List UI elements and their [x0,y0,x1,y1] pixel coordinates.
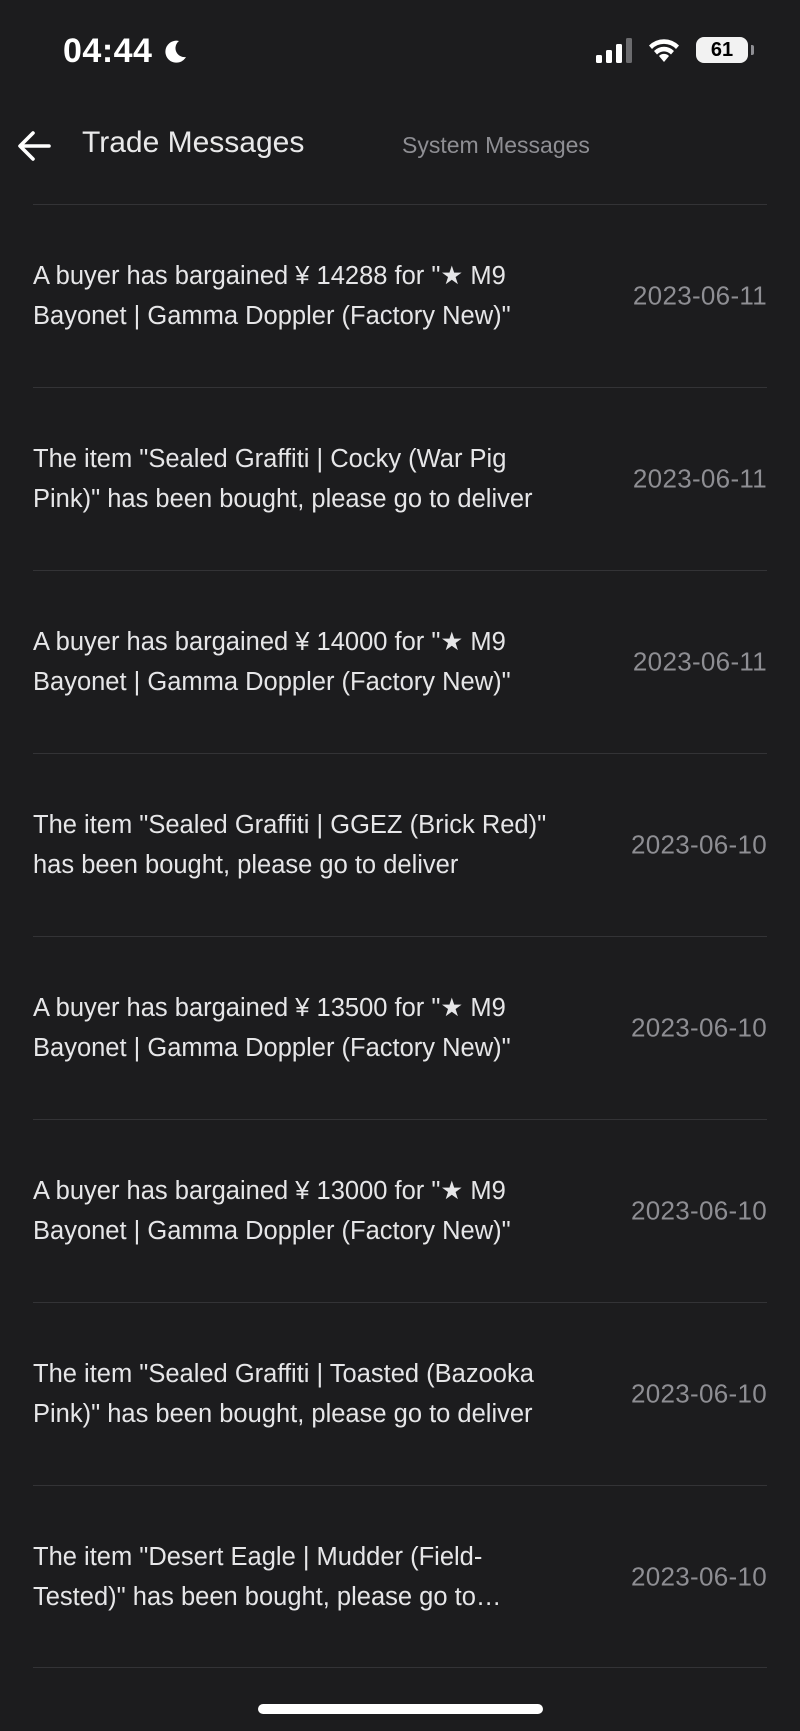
message-date: 2023-06-10 [631,829,767,860]
list-item[interactable]: A buyer has bargained ¥ 14000 for "★ M9 … [33,570,767,753]
status-time: 04:44 [63,32,190,71]
list-item[interactable]: The item "Sealed Graffiti | GGEZ (Brick … [33,753,767,936]
message-date: 2023-06-10 [631,1012,767,1043]
message-text: The item "Sealed Graffiti | GGEZ (Brick … [33,811,547,879]
message-date: 2023-06-11 [632,646,767,677]
status-indicators: 61 [596,36,754,64]
message-date: 2023-06-11 [632,463,767,494]
nav-bar: Trade Messages System Messages [0,108,800,204]
message-text: The item "Desert Eagle | Mudder (Field-T… [33,1542,483,1611]
message-text: A buyer has bargained ¥ 14000 for "★ M9 … [33,628,511,696]
message-date: 2023-06-10 [631,1561,767,1591]
list-item[interactable]: A buyer has bargained ¥ 13000 for "★ M9 … [33,1119,767,1302]
moon-icon [165,40,187,63]
cellular-signal-icon [596,37,632,63]
message-text: The item "Sealed Graffiti | Toasted (Baz… [33,1360,534,1428]
battery-level: 61 [710,38,734,61]
status-bar: 04:44 61 [0,0,800,108]
message-date: 2023-06-11 [632,280,767,311]
arrow-left-icon[interactable] [12,124,56,168]
list-item[interactable]: The item "Desert Eagle | Mudder (Field-T… [33,1485,767,1668]
tab-trade-messages[interactable]: Trade Messages [82,126,304,160]
message-list: A buyer has bargained ¥ 14288 for "★ M9 … [33,204,767,1668]
tab-system-messages[interactable]: System Messages [402,132,590,159]
message-text: The item "Sealed Graffiti | Cocky (War P… [33,445,533,513]
message-text: A buyer has bargained ¥ 14288 for "★ M9 … [33,262,511,330]
list-item[interactable]: A buyer has bargained ¥ 13500 for "★ M9 … [33,936,767,1119]
message-text: A buyer has bargained ¥ 13000 for "★ M9 … [33,1177,511,1245]
list-item[interactable]: The item "Sealed Graffiti | Toasted (Baz… [33,1302,767,1485]
wifi-icon [649,39,679,62]
clock-time: 04:44 [63,32,153,70]
battery-icon: 61 [696,37,754,63]
message-text: A buyer has bargained ¥ 13500 for "★ M9 … [33,994,511,1062]
list-item[interactable]: The item "Sealed Graffiti | Cocky (War P… [33,387,767,570]
list-item[interactable]: A buyer has bargained ¥ 14288 for "★ M9 … [33,204,767,387]
home-indicator[interactable] [258,1704,543,1714]
message-date: 2023-06-10 [631,1378,767,1409]
message-date: 2023-06-10 [631,1195,767,1226]
